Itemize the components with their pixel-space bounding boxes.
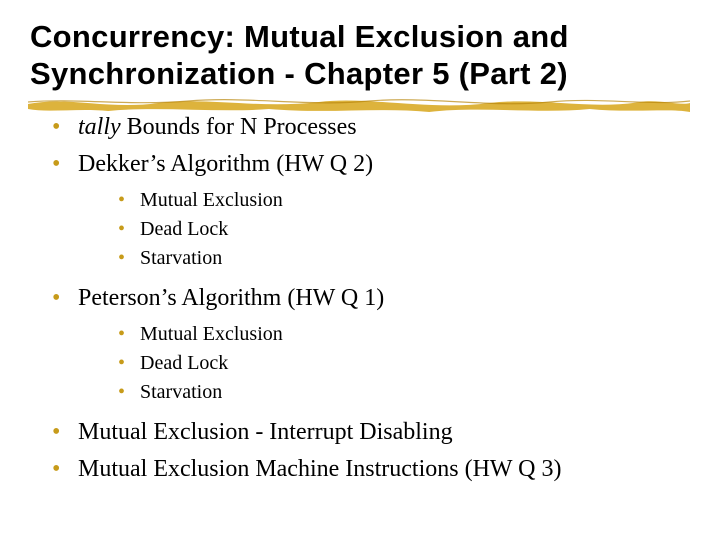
slide-title: Concurrency: Mutual Exclusion and Synchr… [30, 18, 690, 92]
sub-item: Dead Lock [118, 215, 690, 244]
bullet-item-1: tally Bounds for N Processes [52, 110, 690, 145]
sub-item: Starvation [118, 244, 690, 273]
bullet-item-2-text: Dekker’s Algorithm (HW Q 2) [78, 151, 373, 177]
sub-item: Dead Lock [118, 349, 690, 378]
bullet-item-2-sublist: Mutual Exclusion Dead Lock Starvation [78, 186, 690, 273]
bullet-list: tally Bounds for N Processes Dekker’s Al… [30, 110, 690, 486]
bullet-item-1-rest: Bounds for N Processes [121, 114, 357, 140]
bullet-item-5: Mutual Exclusion Machine Instructions (H… [52, 452, 690, 487]
bullet-item-3: Peterson’s Algorithm (HW Q 1) Mutual Exc… [52, 281, 690, 407]
bullet-item-4: Mutual Exclusion - Interrupt Disabling [52, 415, 690, 450]
bullet-item-1-italic: tally [78, 114, 121, 140]
slide: { "title": "Concurrency: Mutual Exclusio… [0, 0, 720, 540]
sub-item: Mutual Exclusion [118, 186, 690, 215]
sub-item: Mutual Exclusion [118, 320, 690, 349]
bullet-item-3-text: Peterson’s Algorithm (HW Q 1) [78, 285, 384, 311]
sub-item: Starvation [118, 378, 690, 407]
bullet-item-2: Dekker’s Algorithm (HW Q 2) Mutual Exclu… [52, 147, 690, 273]
bullet-item-3-sublist: Mutual Exclusion Dead Lock Starvation [78, 320, 690, 407]
